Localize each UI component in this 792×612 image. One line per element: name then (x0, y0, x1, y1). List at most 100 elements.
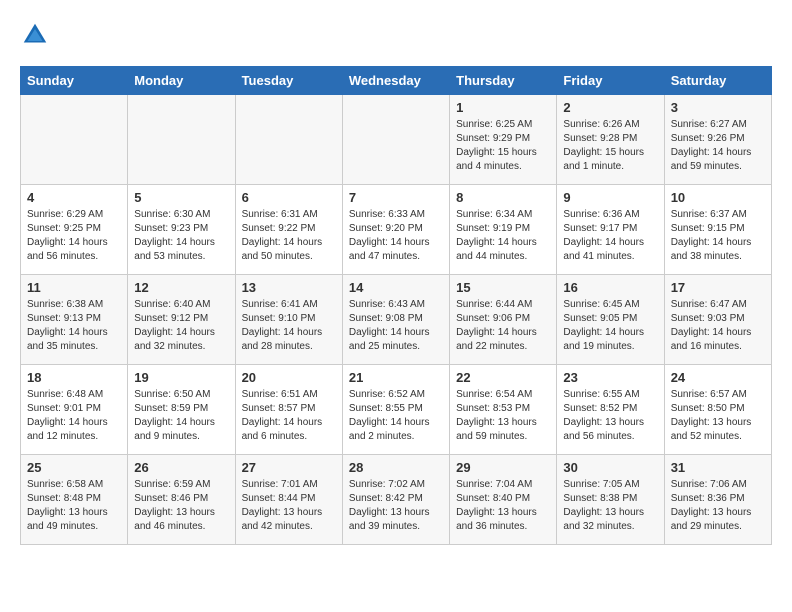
day-number: 9 (563, 190, 657, 205)
day-number: 8 (456, 190, 550, 205)
day-number: 28 (349, 460, 443, 475)
day-info: Sunrise: 6:45 AM Sunset: 9:05 PM Dayligh… (563, 298, 657, 354)
calendar-header: SundayMondayTuesdayWednesdayThursdayFrid… (21, 67, 772, 95)
calendar-cell: 8 Sunrise: 6:34 AM Sunset: 9:19 PM Daylig… (450, 185, 557, 275)
calendar-cell: 22 Sunrise: 6:54 AM Sunset: 8:53 PM Dayli… (450, 365, 557, 455)
day-info: Sunrise: 6:36 AM Sunset: 9:17 PM Dayligh… (563, 208, 657, 264)
day-number: 12 (134, 280, 228, 295)
calendar-cell: 2 Sunrise: 6:26 AM Sunset: 9:28 PM Daylig… (557, 95, 664, 185)
day-number: 17 (671, 280, 765, 295)
day-number: 30 (563, 460, 657, 475)
day-number: 24 (671, 370, 765, 385)
day-info: Sunrise: 6:57 AM Sunset: 8:50 PM Dayligh… (671, 388, 765, 444)
day-number: 14 (349, 280, 443, 295)
calendar-cell: 17 Sunrise: 6:47 AM Sunset: 9:03 PM Dayli… (664, 275, 771, 365)
day-number: 20 (242, 370, 336, 385)
calendar-cell: 26 Sunrise: 6:59 AM Sunset: 8:46 PM Dayli… (128, 455, 235, 545)
day-number: 2 (563, 100, 657, 115)
day-number: 4 (27, 190, 121, 205)
calendar-cell: 12 Sunrise: 6:40 AM Sunset: 9:12 PM Dayli… (128, 275, 235, 365)
day-number: 25 (27, 460, 121, 475)
weekday-header-saturday: Saturday (664, 67, 771, 95)
calendar-cell: 1 Sunrise: 6:25 AM Sunset: 9:29 PM Daylig… (450, 95, 557, 185)
calendar-cell: 18 Sunrise: 6:48 AM Sunset: 9:01 PM Dayli… (21, 365, 128, 455)
day-info: Sunrise: 6:51 AM Sunset: 8:57 PM Dayligh… (242, 388, 336, 444)
day-number: 7 (349, 190, 443, 205)
day-number: 26 (134, 460, 228, 475)
day-number: 3 (671, 100, 765, 115)
day-info: Sunrise: 6:29 AM Sunset: 9:25 PM Dayligh… (27, 208, 121, 264)
day-info: Sunrise: 6:26 AM Sunset: 9:28 PM Dayligh… (563, 118, 657, 174)
weekday-header-sunday: Sunday (21, 67, 128, 95)
calendar-cell: 16 Sunrise: 6:45 AM Sunset: 9:05 PM Dayli… (557, 275, 664, 365)
logo-icon (20, 20, 50, 50)
calendar-cell: 30 Sunrise: 7:05 AM Sunset: 8:38 PM Dayli… (557, 455, 664, 545)
calendar-cell (342, 95, 449, 185)
calendar-week-1: 1 Sunrise: 6:25 AM Sunset: 9:29 PM Daylig… (21, 95, 772, 185)
calendar-cell: 25 Sunrise: 6:58 AM Sunset: 8:48 PM Dayli… (21, 455, 128, 545)
calendar-cell: 27 Sunrise: 7:01 AM Sunset: 8:44 PM Dayli… (235, 455, 342, 545)
weekday-header-friday: Friday (557, 67, 664, 95)
day-number: 13 (242, 280, 336, 295)
day-number: 21 (349, 370, 443, 385)
calendar-body: 1 Sunrise: 6:25 AM Sunset: 9:29 PM Daylig… (21, 95, 772, 545)
day-number: 23 (563, 370, 657, 385)
day-info: Sunrise: 6:59 AM Sunset: 8:46 PM Dayligh… (134, 478, 228, 534)
calendar-cell: 6 Sunrise: 6:31 AM Sunset: 9:22 PM Daylig… (235, 185, 342, 275)
calendar-cell: 21Sunrise: 6:52 AM Sunset: 8:55 PM Dayli… (342, 365, 449, 455)
day-info: Sunrise: 6:33 AM Sunset: 9:20 PM Dayligh… (349, 208, 443, 264)
day-number: 18 (27, 370, 121, 385)
day-info: Sunrise: 6:38 AM Sunset: 9:13 PM Dayligh… (27, 298, 121, 354)
weekday-header-thursday: Thursday (450, 67, 557, 95)
day-info: Sunrise: 6:34 AM Sunset: 9:19 PM Dayligh… (456, 208, 550, 264)
day-number: 6 (242, 190, 336, 205)
day-info: Sunrise: 6:31 AM Sunset: 9:22 PM Dayligh… (242, 208, 336, 264)
page-header (20, 20, 772, 50)
day-number: 10 (671, 190, 765, 205)
day-info: Sunrise: 7:02 AM Sunset: 8:42 PM Dayligh… (349, 478, 443, 534)
day-info: Sunrise: 6:40 AM Sunset: 9:12 PM Dayligh… (134, 298, 228, 354)
day-info: Sunrise: 6:54 AM Sunset: 8:53 PM Dayligh… (456, 388, 550, 444)
weekday-row: SundayMondayTuesdayWednesdayThursdayFrid… (21, 67, 772, 95)
day-number: 22 (456, 370, 550, 385)
day-info: Sunrise: 6:55 AM Sunset: 8:52 PM Dayligh… (563, 388, 657, 444)
day-info: Sunrise: 6:48 AM Sunset: 9:01 PM Dayligh… (27, 388, 121, 444)
day-number: 27 (242, 460, 336, 475)
calendar-cell: 11Sunrise: 6:38 AM Sunset: 9:13 PM Dayli… (21, 275, 128, 365)
day-number: 1 (456, 100, 550, 115)
calendar-cell: 7 Sunrise: 6:33 AM Sunset: 9:20 PM Daylig… (342, 185, 449, 275)
calendar-cell: 10 Sunrise: 6:37 AM Sunset: 9:15 PM Dayli… (664, 185, 771, 275)
day-number: 19 (134, 370, 228, 385)
day-info: Sunrise: 6:50 AM Sunset: 8:59 PM Dayligh… (134, 388, 228, 444)
calendar-cell: 14Sunrise: 6:43 AM Sunset: 9:08 PM Dayli… (342, 275, 449, 365)
day-info: Sunrise: 7:05 AM Sunset: 8:38 PM Dayligh… (563, 478, 657, 534)
day-info: Sunrise: 6:47 AM Sunset: 9:03 PM Dayligh… (671, 298, 765, 354)
calendar-week-3: 11Sunrise: 6:38 AM Sunset: 9:13 PM Dayli… (21, 275, 772, 365)
calendar-cell: 13 Sunrise: 6:41 AM Sunset: 9:10 PM Dayli… (235, 275, 342, 365)
day-info: Sunrise: 7:01 AM Sunset: 8:44 PM Dayligh… (242, 478, 336, 534)
weekday-header-wednesday: Wednesday (342, 67, 449, 95)
calendar-cell: 4 Sunrise: 6:29 AM Sunset: 9:25 PM Daylig… (21, 185, 128, 275)
calendar-cell: 29Sunrise: 7:04 AM Sunset: 8:40 PM Dayli… (450, 455, 557, 545)
day-info: Sunrise: 6:25 AM Sunset: 9:29 PM Dayligh… (456, 118, 550, 174)
calendar-cell: 9 Sunrise: 6:36 AM Sunset: 9:17 PM Daylig… (557, 185, 664, 275)
day-info: Sunrise: 6:41 AM Sunset: 9:10 PM Dayligh… (242, 298, 336, 354)
day-number: 5 (134, 190, 228, 205)
calendar-week-4: 18 Sunrise: 6:48 AM Sunset: 9:01 PM Dayli… (21, 365, 772, 455)
calendar-cell: 31Sunrise: 7:06 AM Sunset: 8:36 PM Dayli… (664, 455, 771, 545)
calendar-cell: 28 Sunrise: 7:02 AM Sunset: 8:42 PM Dayli… (342, 455, 449, 545)
calendar-cell: 5 Sunrise: 6:30 AM Sunset: 9:23 PM Daylig… (128, 185, 235, 275)
weekday-header-monday: Monday (128, 67, 235, 95)
day-info: Sunrise: 6:37 AM Sunset: 9:15 PM Dayligh… (671, 208, 765, 264)
day-info: Sunrise: 6:58 AM Sunset: 8:48 PM Dayligh… (27, 478, 121, 534)
calendar-cell: 19 Sunrise: 6:50 AM Sunset: 8:59 PM Dayli… (128, 365, 235, 455)
day-number: 15 (456, 280, 550, 295)
day-info: Sunrise: 6:30 AM Sunset: 9:23 PM Dayligh… (134, 208, 228, 264)
day-number: 16 (563, 280, 657, 295)
weekday-header-tuesday: Tuesday (235, 67, 342, 95)
calendar-week-2: 4 Sunrise: 6:29 AM Sunset: 9:25 PM Daylig… (21, 185, 772, 275)
day-info: Sunrise: 6:44 AM Sunset: 9:06 PM Dayligh… (456, 298, 550, 354)
calendar-cell: 23 Sunrise: 6:55 AM Sunset: 8:52 PM Dayli… (557, 365, 664, 455)
day-info: Sunrise: 6:27 AM Sunset: 9:26 PM Dayligh… (671, 118, 765, 174)
calendar-cell: 15 Sunrise: 6:44 AM Sunset: 9:06 PM Dayli… (450, 275, 557, 365)
